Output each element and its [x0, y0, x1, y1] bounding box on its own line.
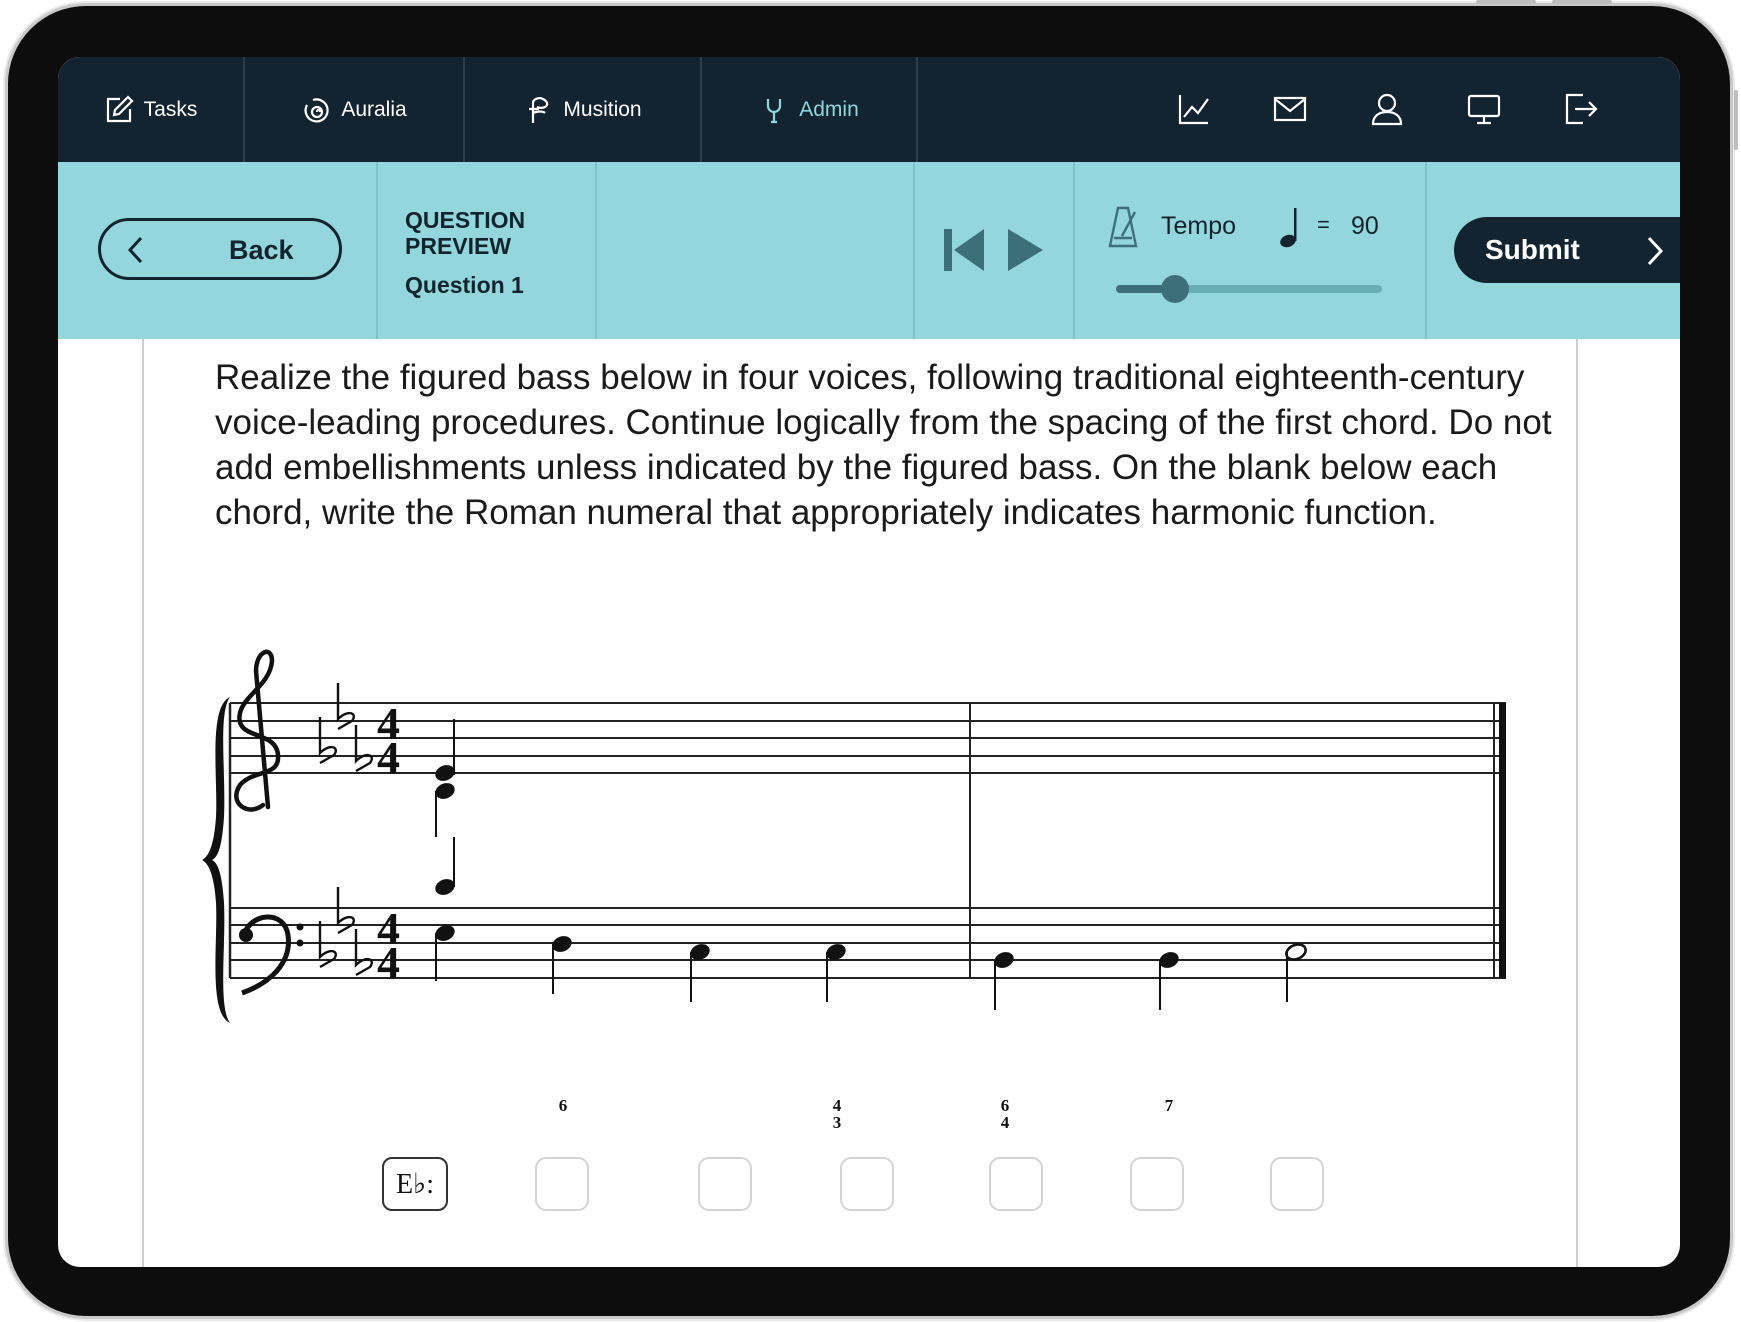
bass-clef-icon: [239, 914, 304, 996]
bass-staff: [230, 907, 1506, 979]
figure-top: 7: [1164, 1096, 1174, 1115]
bass-note: [552, 936, 572, 994]
bass-note: [826, 944, 846, 1002]
key-label: E♭:: [382, 1157, 448, 1211]
treble-clef-icon: [234, 649, 281, 812]
svg-text:4: 4: [377, 732, 400, 783]
roman-numeral-input[interactable]: [1130, 1157, 1184, 1211]
treble-chord: [435, 719, 455, 837]
bass-half-note: [1285, 943, 1307, 1002]
figured-bass-figure: 6 4: [990, 1097, 1020, 1131]
figured-bass-figure: 4 3: [822, 1097, 852, 1131]
staff-brace: [202, 697, 230, 1023]
figure-bottom: 4: [1000, 1113, 1010, 1132]
bass-note: [1159, 952, 1179, 1010]
tablet-side-button: [1552, 0, 1612, 4]
figure-top: 4: [832, 1096, 842, 1115]
roman-numeral-input[interactable]: [989, 1157, 1043, 1211]
roman-numeral-input[interactable]: [698, 1157, 752, 1211]
figured-bass-figure: 6: [548, 1097, 578, 1114]
tablet-side-button: [1734, 90, 1738, 150]
bass-note: [690, 944, 710, 1002]
music-score: 4 4 4 4: [202, 649, 1506, 1023]
key-signature-flats: [318, 683, 373, 977]
figure-bottom: 3: [832, 1113, 842, 1132]
tablet-side-button: [1476, 0, 1536, 4]
bass-note: [994, 952, 1014, 1010]
bass-line: [552, 936, 1307, 1010]
svg-text:4: 4: [377, 937, 400, 988]
grand-staff: 4 4 4 4: [202, 649, 1506, 1023]
final-barline-thick: [1499, 703, 1506, 978]
figured-bass-figure: 7: [1154, 1097, 1184, 1114]
treble-staff: [230, 702, 1506, 774]
app-screen: Tasks Auralia Musition Admin Back QUESTI…: [58, 57, 1680, 1267]
time-signature: 4 4 4 4: [377, 698, 400, 988]
figure-top: 6: [558, 1096, 568, 1115]
roman-numeral-input[interactable]: [535, 1157, 589, 1211]
figure-top: 6: [1000, 1096, 1010, 1115]
roman-numeral-input[interactable]: [1270, 1157, 1324, 1211]
roman-numeral-input[interactable]: [840, 1157, 894, 1211]
